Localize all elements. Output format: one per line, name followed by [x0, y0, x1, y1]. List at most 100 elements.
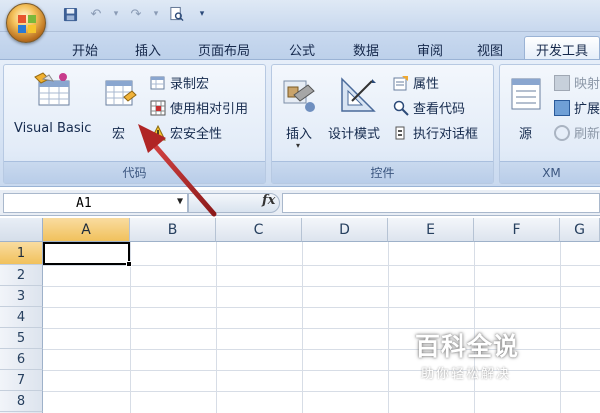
grid-line — [43, 307, 600, 308]
refresh-data-button[interactable]: 刷新 — [554, 123, 600, 142]
row-header-5[interactable]: 5 — [0, 328, 43, 349]
properties-label: 属性 — [413, 77, 440, 92]
macros-label: 宏 — [112, 127, 126, 142]
dropdown-icon[interactable]: ▾ — [152, 5, 160, 23]
tab-insert[interactable]: 插入 — [128, 38, 168, 60]
watermark-title: 百科全说 — [415, 332, 520, 361]
xml-source-label: 源 — [519, 127, 533, 142]
ribbon-group-xml: 源 映射 扩展 刷新 XM — [499, 64, 600, 184]
tab-page-layout[interactable]: 页面布局 — [190, 38, 258, 60]
insert-control-label: 插入 — [286, 127, 313, 142]
save-icon[interactable] — [60, 5, 80, 23]
row-header-4[interactable]: 4 — [0, 307, 43, 328]
selected-cell-a1[interactable] — [43, 242, 130, 265]
row-header-3[interactable]: 3 — [0, 286, 43, 307]
design-mode-label: 设计模式 — [328, 127, 381, 142]
office-button[interactable] — [6, 3, 46, 43]
use-relative-references-label: 使用相对引用 — [170, 102, 249, 117]
macro-security-label: 宏安全性 — [170, 127, 223, 142]
quick-access-toolbar: ↶ ▾ ↷ ▾ ▾ — [60, 5, 212, 23]
print-preview-icon[interactable] — [166, 5, 186, 23]
controls-group-label: 控件 — [272, 161, 493, 183]
visual-basic-icon — [34, 72, 70, 106]
tab-data[interactable]: 数据 — [346, 38, 386, 60]
name-box-value: A1 — [76, 195, 92, 211]
watermark: 百科全说 助你轻松解决 — [415, 327, 575, 387]
properties-button[interactable]: 属性 — [393, 73, 439, 92]
column-header-d[interactable]: D — [302, 218, 388, 242]
run-dialog-label: 执行对话框 — [413, 127, 479, 142]
name-box-dropdown-icon[interactable]: ▼ — [177, 196, 183, 207]
xml-source-button[interactable]: 源 — [504, 69, 548, 142]
map-properties-button[interactable]: 映射 — [554, 73, 600, 92]
grid-line — [43, 286, 600, 287]
run-dialog-icon — [395, 126, 405, 139]
row-header-2[interactable]: 2 — [0, 265, 43, 286]
warning-icon — [150, 124, 166, 140]
use-relative-references-button[interactable]: 使用相对引用 — [150, 98, 248, 117]
ribbon-group-code: Visual Basic 宏 录制宏 使用相对引用 宏安全性 代码 — [3, 64, 266, 184]
dropdown-icon[interactable]: ▾ — [112, 5, 120, 23]
insert-function-icon[interactable]: fx — [262, 193, 275, 208]
ribbon-group-controls: 插入 ▾ 设计模式 属性 查看代码 执行对话框 控件 — [271, 64, 494, 184]
ribbon: Visual Basic 宏 录制宏 使用相对引用 宏安全性 代码 插入 ▾ 设… — [0, 59, 600, 187]
record-macro-label: 录制宏 — [170, 77, 210, 92]
view-code-icon — [393, 100, 409, 116]
insert-dropdown-icon: ▾ — [296, 141, 301, 150]
visual-basic-button[interactable]: Visual Basic — [8, 69, 98, 141]
design-mode-button[interactable]: 设计模式 — [326, 69, 390, 142]
tab-home[interactable]: 开始 — [64, 38, 106, 60]
refresh-icon — [554, 124, 570, 141]
watermark-subtitle: 助你轻松解决 — [421, 367, 512, 382]
tab-review[interactable]: 审阅 — [410, 38, 450, 60]
undo-icon[interactable]: ↶ — [86, 5, 106, 23]
column-header-e[interactable]: E — [388, 218, 474, 242]
properties-icon — [393, 75, 408, 90]
office-logo-icon — [18, 15, 36, 33]
formula-bar: A1 ▼ fx — [0, 190, 600, 216]
column-header-b[interactable]: B — [130, 218, 216, 242]
code-group-label: 代码 — [4, 161, 265, 183]
select-all-corner[interactable] — [0, 218, 43, 242]
column-header-a[interactable]: A — [43, 218, 130, 242]
grid-line — [43, 391, 600, 392]
xml-group-label: XM — [500, 161, 600, 183]
macro-icon — [105, 80, 137, 106]
column-header-g[interactable]: G — [560, 218, 600, 242]
redo-icon[interactable]: ↷ — [126, 5, 146, 23]
row-header-1[interactable]: 1 — [0, 242, 43, 265]
design-mode-icon — [341, 77, 376, 112]
expansion-packs-label: 扩展 — [574, 102, 600, 117]
record-macro-icon — [150, 76, 165, 89]
insert-control-button[interactable]: 插入 ▾ — [276, 69, 324, 157]
tab-view[interactable]: 视图 — [470, 38, 510, 60]
column-header-f[interactable]: F — [474, 218, 560, 242]
customize-qat-icon[interactable]: ▾ — [192, 5, 212, 23]
row-header-6[interactable]: 6 — [0, 349, 43, 370]
run-dialog-button[interactable]: 执行对话框 — [393, 123, 478, 142]
title-bar: ↶ ▾ ↷ ▾ ▾ — [0, 0, 600, 32]
relative-references-icon — [150, 100, 166, 115]
view-code-label: 查看代码 — [413, 102, 466, 117]
tab-developer[interactable]: 开发工具 — [524, 36, 600, 61]
macros-button[interactable]: 宏 — [100, 69, 144, 142]
visual-basic-label: Visual Basic — [14, 121, 92, 136]
name-box[interactable]: A1 ▼ — [3, 193, 188, 213]
map-properties-label: 映射 — [574, 77, 600, 92]
ribbon-tab-row: 开始 插入 页面布局 公式 数据 审阅 视图 开发工具 — [0, 32, 600, 61]
refresh-data-label: 刷新 — [574, 127, 600, 142]
map-properties-icon — [554, 74, 570, 91]
record-macro-button[interactable]: 录制宏 — [150, 73, 209, 92]
column-header-c[interactable]: C — [216, 218, 302, 242]
formula-input[interactable] — [282, 193, 600, 213]
row-header-7[interactable]: 7 — [0, 370, 43, 391]
tab-formulas[interactable]: 公式 — [282, 38, 322, 60]
view-code-button[interactable]: 查看代码 — [393, 98, 465, 117]
insert-controls-icon — [283, 80, 315, 112]
expansion-packs-icon — [554, 99, 570, 116]
xml-source-icon — [511, 78, 541, 110]
macro-security-button[interactable]: 宏安全性 — [150, 123, 222, 142]
row-header-8[interactable]: 8 — [0, 391, 43, 412]
fill-handle[interactable] — [126, 261, 132, 267]
expansion-packs-button[interactable]: 扩展 — [554, 98, 600, 117]
